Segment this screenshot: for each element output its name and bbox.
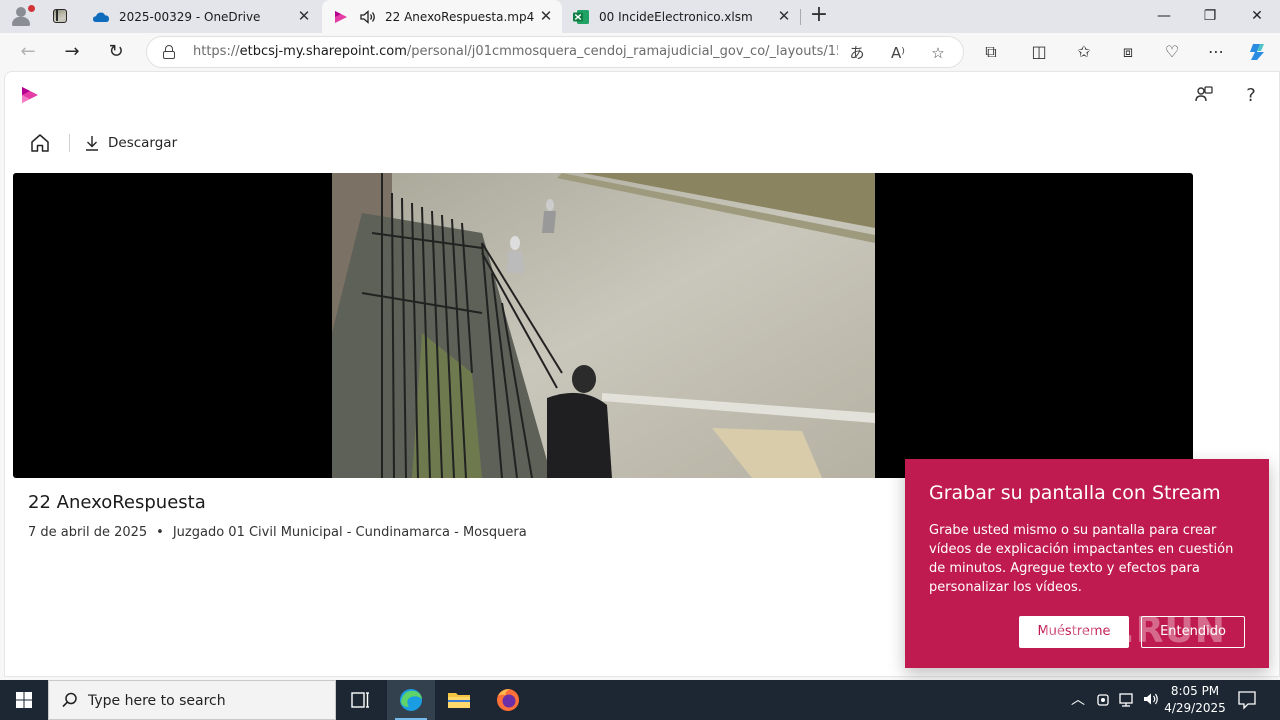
edge-icon [400,689,422,711]
start-button[interactable] [0,680,48,720]
clock-date: 4/29/2025 [1164,701,1226,715]
taskbar-search-box[interactable]: Type here to search [48,680,336,720]
tab-onedrive[interactable]: 2025-00329 - OneDrive ✕ [82,0,320,33]
search-icon [61,691,79,709]
back-button[interactable]: ← [14,38,42,66]
video-title: 22 AnexoRespuesta [28,492,206,513]
search-placeholder: Type here to search [88,693,226,709]
excel-icon [572,8,590,26]
close-window-button[interactable]: ✕ [1234,0,1280,33]
split-screen-icon[interactable]: ◫ [1028,41,1050,63]
refresh-button[interactable]: ↻ [102,38,130,66]
watermark-logo: ANY.RUN [1040,610,1226,651]
settings-more-icon[interactable]: ⋯ [1205,41,1227,63]
stream-page: ? Descargar 22 AnexoRespuesta 7 de abril… [4,71,1280,677]
help-icon[interactable]: ? [1239,84,1263,108]
folder-icon [448,693,470,708]
task-view-button[interactable] [336,680,384,720]
show-hidden-icons-chevron-icon[interactable]: ︿ [1068,690,1088,710]
tab-close-button[interactable]: ✕ [776,8,792,24]
firefox-icon [497,689,519,711]
tab-close-button[interactable]: ✕ [538,8,554,24]
browser-tab-strip: 2025-00329 - OneDrive ✕ 22 AnexoRespuest… [0,0,1280,33]
command-bar: Descargar [29,131,177,155]
speaker-audio-icon[interactable] [359,8,377,26]
video-metadata: 7 de abril de 2025 • Juzgado 01 Civil Muni… [28,525,527,540]
address-bar[interactable]: https://etbcsj-my.sharepoint.com/persona… [146,36,964,68]
read-aloud-icon[interactable]: A⁾ [888,43,908,63]
download-icon [84,134,100,152]
video-owner[interactable]: Juzgado 01 Civil Municipal - Cundinamarc… [173,525,527,540]
profile-avatar-icon[interactable] [8,4,35,30]
translate-icon[interactable]: あ [847,43,867,63]
collections-icon[interactable]: ⧈ [1117,41,1139,63]
tab-separator [800,9,801,25]
video-frame[interactable] [332,173,875,478]
favorite-star-icon[interactable]: ☆ [928,43,948,63]
video-date: 7 de abril de 2025 [28,525,148,540]
clock-time: 8:05 PM [1170,684,1220,698]
home-icon[interactable] [29,132,51,154]
tab-title: 00 IncideElectronico.xlsm [599,9,753,24]
command-separator [69,134,70,152]
url-text[interactable]: https://etbcsj-my.sharepoint.com/persona… [193,44,838,59]
browser-essentials-icon[interactable]: ♡ [1161,41,1183,63]
onedrive-cloud-icon [92,8,110,26]
tab-video[interactable]: 22 AnexoRespuesta.mp4 ✕ [322,0,562,33]
restore-button[interactable]: ❐ [1187,0,1233,33]
extensions-icon[interactable]: ⧉ [980,41,1002,63]
browser-toolbar: ← → ↻ https://etbcsj-my.sharepoint.com/p… [0,33,1280,71]
video-player[interactable] [13,173,1193,478]
windows-logo-icon [16,692,32,708]
popup-body: Grabe usted mismo o su pantalla para cre… [929,523,1234,595]
share-people-icon[interactable] [1192,84,1216,108]
tab-actions-icon[interactable] [50,6,70,26]
lock-icon[interactable] [163,45,175,59]
copilot-icon[interactable] [1247,41,1269,63]
notifications-icon[interactable] [1234,688,1260,712]
tab-close-button[interactable]: ✕ [296,8,312,24]
meet-now-icon[interactable] [1094,690,1112,710]
download-button[interactable]: Descargar [84,134,177,152]
taskbar-file-explorer-app[interactable] [435,680,483,720]
taskbar-edge-app[interactable] [387,680,435,720]
stream-logo-icon[interactable] [19,86,41,104]
tab-title: 2025-00329 - OneDrive [119,9,261,24]
tab-excel[interactable]: 00 IncideElectronico.xlsm ✕ [562,0,800,33]
meta-separator: • [156,525,164,540]
windows-taskbar: Type here to search ︿ 8:05 PM 4/29/2025 [0,680,1280,720]
popup-title: Grabar su pantalla con Stream [929,482,1221,504]
profile-notification-dot [28,5,35,12]
minimize-button[interactable]: — [1141,0,1187,33]
download-label: Descargar [108,135,178,151]
stream-icon [332,8,350,26]
new-tab-button[interactable]: + [808,4,830,27]
volume-icon[interactable] [1141,690,1161,710]
taskbar-firefox-app[interactable] [484,680,532,720]
forward-button[interactable]: → [58,38,86,66]
taskbar-clock[interactable]: 8:05 PM 4/29/2025 [1160,683,1230,717]
favorites-icon[interactable]: ✩ [1073,41,1095,63]
network-icon[interactable] [1117,690,1137,710]
tab-title: 22 AnexoRespuesta.mp4 [385,9,535,24]
